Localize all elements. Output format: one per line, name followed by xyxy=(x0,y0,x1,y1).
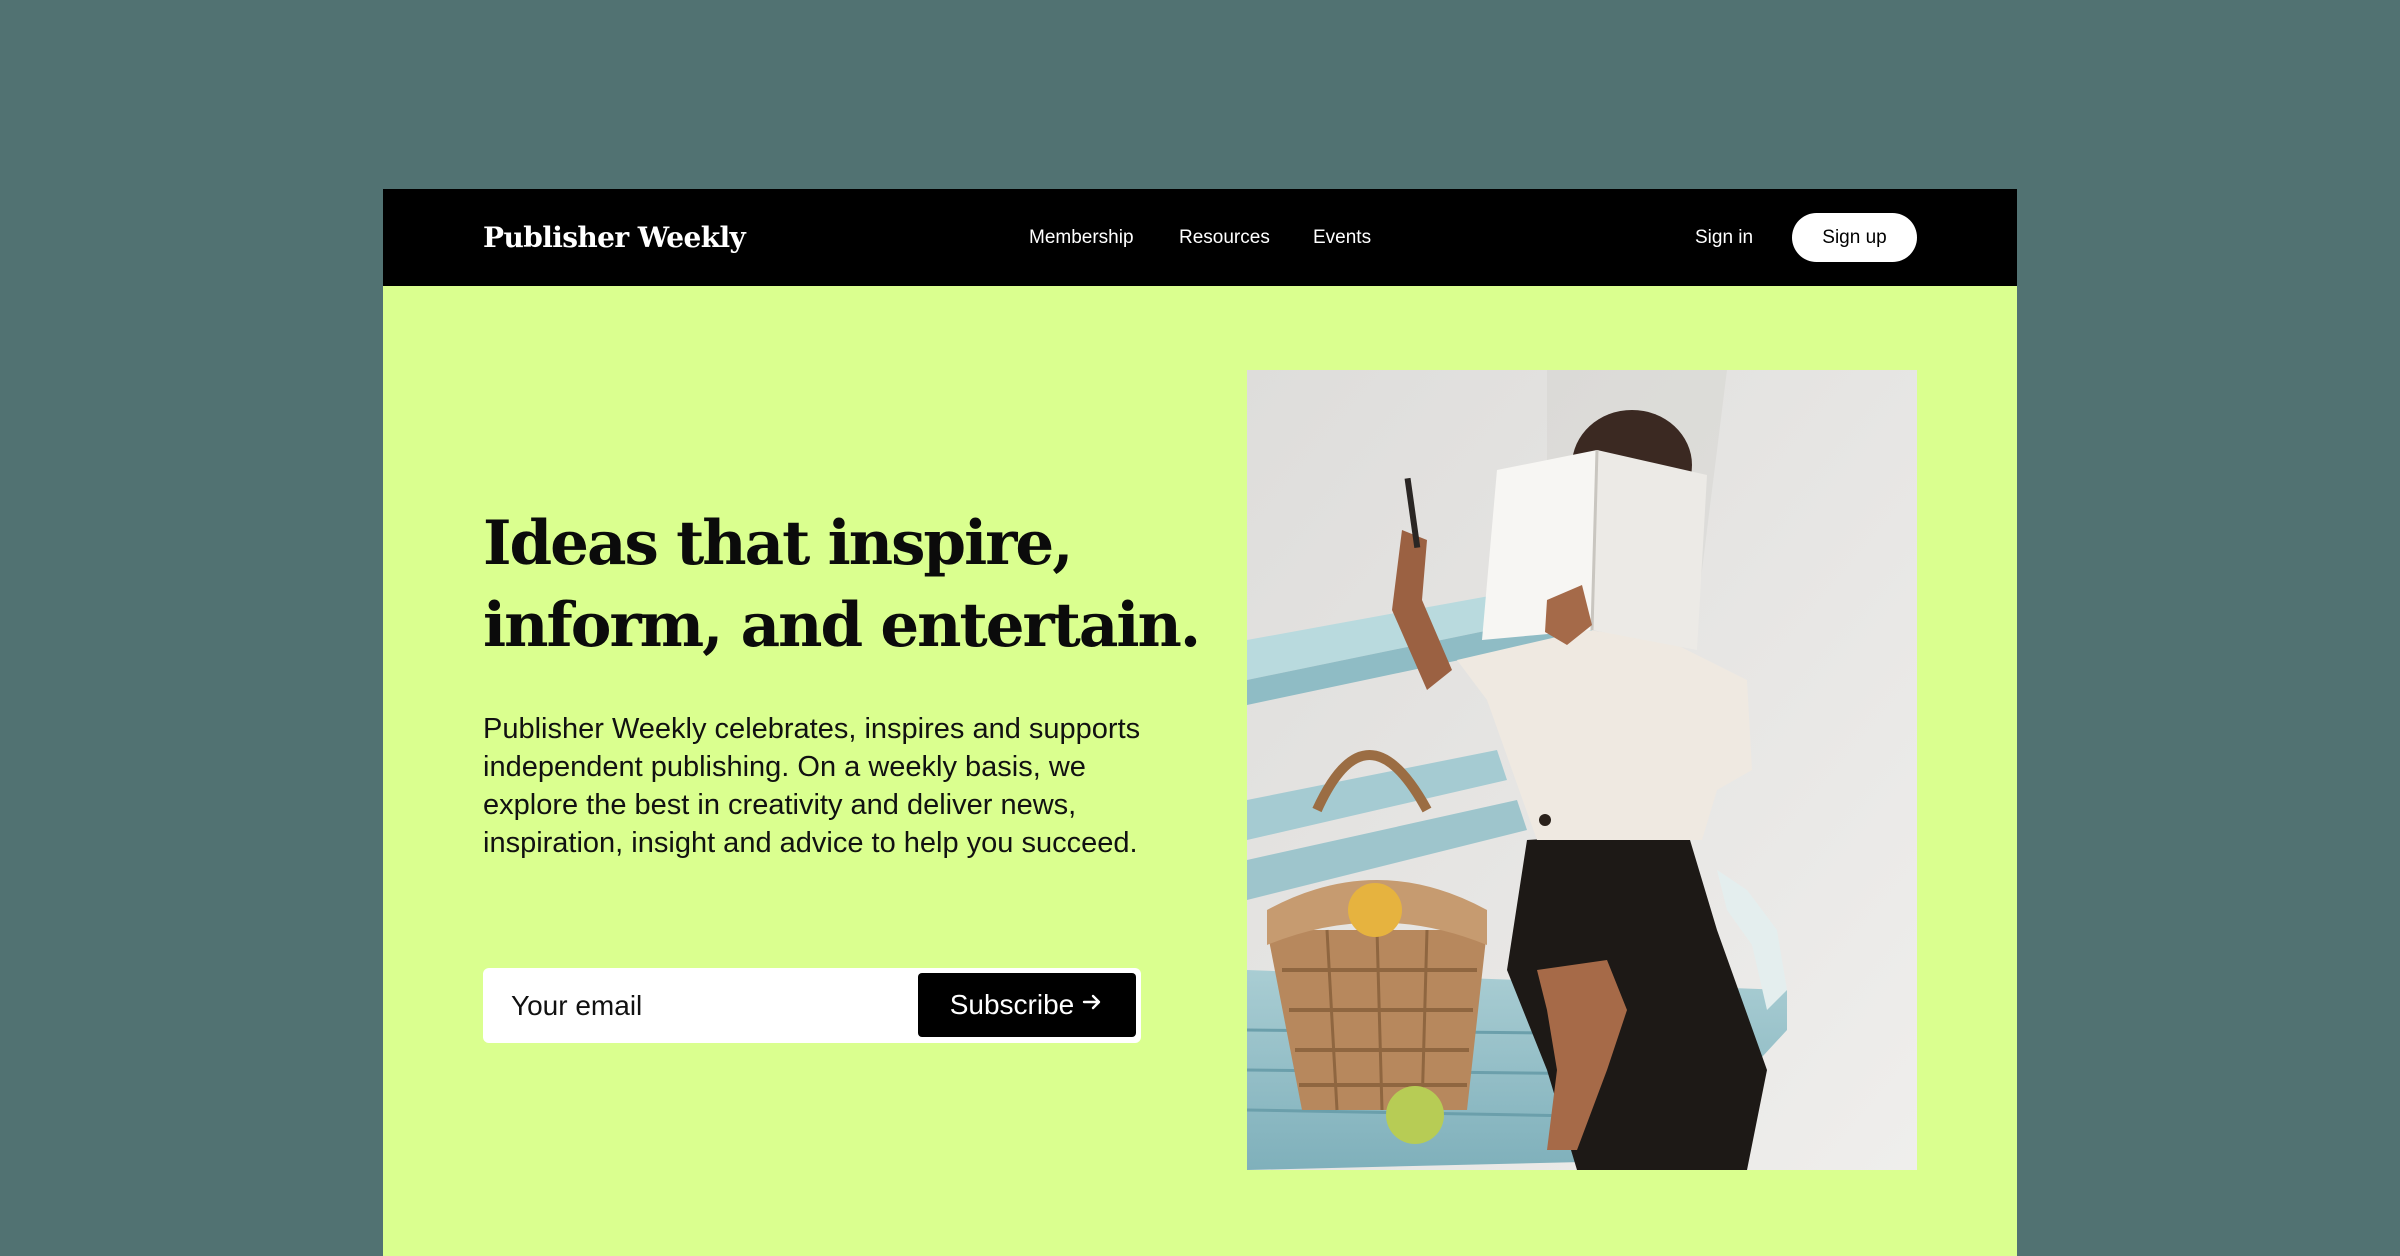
hero-description: Publisher Weekly celebrates, inspires an… xyxy=(483,713,1141,859)
nav-link-membership[interactable]: Membership xyxy=(1029,189,1134,286)
site-logo[interactable]: Publisher Weekly xyxy=(483,189,746,286)
subscribe-label: Subscribe xyxy=(949,989,1075,1020)
hero-photo xyxy=(1247,370,1917,1170)
hero-title-line-2: inform, and entertain. xyxy=(483,590,1201,661)
subscribe-form: Subscribe xyxy=(483,968,1141,1043)
sign-up-button[interactable]: Sign up xyxy=(1792,213,1917,262)
subscribe-button[interactable]: Subscribe xyxy=(918,973,1136,1037)
hero-title: Ideas that inspire, inform, and entertai… xyxy=(483,503,1201,667)
hero-title-line-1: Ideas that inspire, xyxy=(483,508,1073,579)
sign-in-link[interactable]: Sign in xyxy=(1695,189,1753,286)
arrow-right-icon xyxy=(1080,989,1104,1021)
top-navbar: Publisher Weekly Membership Resources Ev… xyxy=(383,189,2017,286)
landing-page: Publisher Weekly Membership Resources Ev… xyxy=(383,189,2017,1256)
nav-link-events[interactable]: Events xyxy=(1313,189,1371,286)
email-input[interactable] xyxy=(483,968,903,1043)
nav-link-resources[interactable]: Resources xyxy=(1179,189,1270,286)
